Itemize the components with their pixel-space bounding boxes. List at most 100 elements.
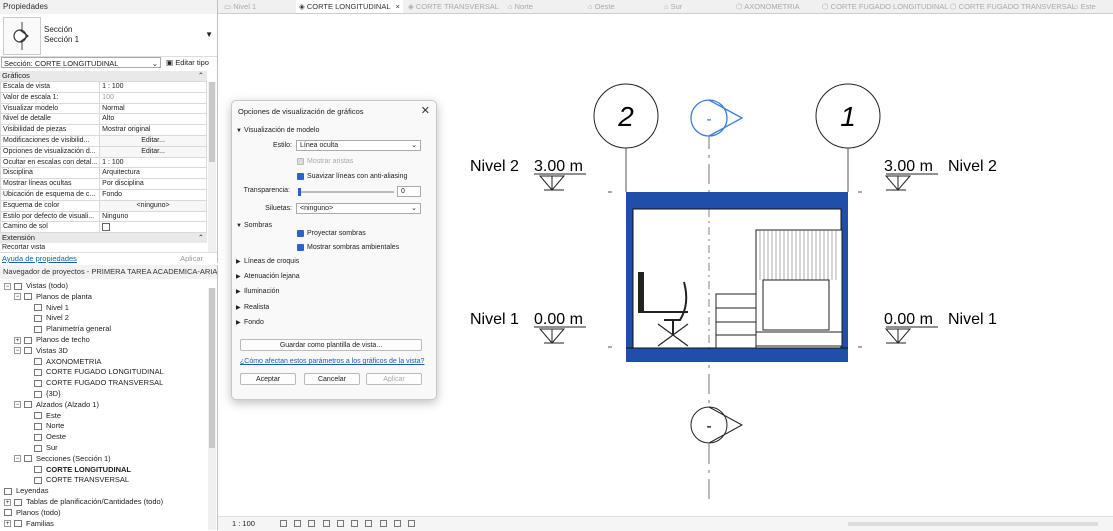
browser-node[interactable]: Nivel 1 [34, 303, 69, 314]
browser-node[interactable]: CORTE FUGADO TRANSVERSAL [34, 378, 163, 389]
property-value[interactable]: Mostrar original [99, 124, 207, 136]
property-value[interactable]: Normal [99, 102, 207, 115]
reveal-hidden-icon[interactable] [393, 520, 401, 527]
help-link[interactable]: ¿Cómo afectan estos parámetros a los grá… [240, 358, 424, 365]
section-head-bottom[interactable]: - [690, 406, 744, 444]
group-graficos[interactable]: Gráficos ⌃ [0, 71, 207, 81]
properties-apply-button[interactable]: Aplicar [180, 253, 203, 264]
browser-node[interactable]: Nivel 2 [34, 313, 69, 324]
apply-button[interactable]: Aplicar [366, 373, 422, 385]
browser-node[interactable]: CORTE TRANSVERSAL [34, 475, 129, 486]
type-dropdown-icon[interactable]: ▼ [205, 30, 213, 39]
property-value[interactable] [99, 221, 207, 234]
antialias-checkbox[interactable]: Suavizar líneas con anti-aliasing [297, 172, 407, 181]
property-value[interactable]: Fondo [99, 188, 207, 201]
silhouettes-select[interactable]: <ninguno> ⌄ [296, 203, 421, 214]
property-value[interactable]: 1 : 100 [99, 81, 207, 93]
section-lighting[interactable]: ▶ Iluminación [236, 286, 428, 297]
detail-level-icon[interactable] [280, 520, 287, 527]
property-row[interactable]: Mostrar líneas ocultas Por disciplina [0, 178, 207, 190]
close-icon[interactable]: ✕ [421, 104, 430, 117]
property-value[interactable]: Arquitectura [99, 167, 207, 180]
save-template-button[interactable]: Guardar como plantilla de vista... [240, 339, 422, 351]
browser-node[interactable]: − Vistas (todo) [4, 281, 68, 292]
style-select[interactable]: Línea oculta ⌄ [296, 140, 421, 151]
type-selector[interactable]: Sección Sección 1 ▼ [0, 14, 217, 57]
grid-bubble-1[interactable]: 1 [815, 83, 881, 149]
browser-node[interactable]: Planos (todo) [4, 508, 61, 519]
property-row[interactable]: Disciplina Arquitectura [0, 167, 207, 180]
property-value[interactable]: Alto [99, 113, 207, 126]
tab-corte-fugado-transversal[interactable]: ⬡ CORTE FUGADO TRANSVERSAL [950, 0, 1076, 13]
tab-este[interactable]: ⌂ Este [1074, 0, 1096, 13]
crop-view-icon[interactable] [336, 520, 344, 527]
show-crop-icon[interactable] [351, 520, 359, 527]
tab-oeste[interactable]: ⌂ Oeste [588, 0, 615, 13]
analytical-icon[interactable] [408, 520, 416, 527]
sun-path-checkbox[interactable] [102, 222, 111, 231]
transparency-slider[interactable] [298, 188, 394, 196]
tab-norte[interactable]: ⌂ Norte [508, 0, 533, 13]
collapse-icon[interactable]: − [14, 293, 21, 301]
tab-corte-longitudinal[interactable]: ◈ CORTE LONGITUDINAL × [296, 0, 403, 13]
level-2-right[interactable]: 3.00 m Nivel 2 [884, 158, 997, 191]
building-section[interactable] [626, 192, 848, 362]
browser-node[interactable]: − Vistas 3D [14, 346, 68, 357]
ambient-shadows-checkbox[interactable]: Mostrar sombras ambientales [297, 243, 399, 252]
visual-style-icon[interactable] [294, 520, 302, 527]
lock-3d-icon[interactable] [365, 520, 373, 527]
collapse-icon[interactable]: ⌃ [198, 71, 204, 81]
browser-node[interactable]: CORTE LONGITUDINAL [34, 465, 131, 476]
transparency-input[interactable]: 0 [397, 186, 421, 197]
tab-axonometria[interactable]: ⬡ AXONOMETRIA [736, 0, 800, 13]
browser-node[interactable]: Norte [34, 421, 64, 432]
cancel-button[interactable]: Cancelar [304, 373, 360, 385]
tab-nivel-1[interactable]: ▭ Nivel 1 [224, 0, 256, 13]
instance-selector[interactable]: Sección: CORTE LONGITUDINAL ⌄ [1, 57, 161, 68]
expand-icon[interactable]: + [4, 520, 11, 528]
property-value[interactable]: Ninguno [99, 210, 207, 223]
browser-node[interactable]: + Planos de techo [14, 335, 90, 346]
collapse-icon[interactable]: − [14, 455, 21, 463]
accept-button[interactable]: Aceptar [240, 373, 296, 385]
browser-node[interactable]: − Secciones (Sección 1) [14, 454, 111, 465]
show-edges-checkbox[interactable]: Mostrar aristas [297, 157, 353, 166]
section-head-top[interactable]: - [690, 99, 744, 137]
browser-node[interactable]: Planimetría general [34, 324, 111, 335]
property-row[interactable]: Visualizar modelo Normal [0, 102, 207, 115]
section-realistic[interactable]: ▶ Realista [236, 302, 428, 313]
collapse-icon[interactable]: ⌃ [198, 233, 204, 243]
section-background[interactable]: ▶ Fondo [236, 317, 428, 328]
browser-node[interactable]: AXONOMETRIA [34, 357, 101, 368]
property-row[interactable]: Ocultar en escalas con detal... 1 : 100 [0, 156, 207, 169]
collapse-icon[interactable]: − [14, 347, 21, 355]
property-row[interactable]: Modificaciones de visibilid... Editar... [0, 134, 207, 147]
grid-bubble-2[interactable]: 2 [593, 83, 659, 149]
browser-node[interactable]: Leyendas [4, 486, 49, 497]
property-row[interactable]: Valor de escala 1: 100 [0, 91, 207, 104]
browser-node[interactable]: + Tablas de planificación/Cantidades (tod… [4, 497, 163, 508]
tab-corte-transversal[interactable]: ◈ CORTE TRANSVERSAL [408, 0, 499, 13]
section-depth-cueing[interactable]: ▶ Atenuación lejana [236, 271, 428, 282]
collapse-icon[interactable]: − [14, 401, 21, 409]
property-value[interactable]: Por disciplina [99, 178, 207, 190]
cast-shadows-checkbox[interactable]: Proyectar sombras [297, 229, 366, 238]
tab-sur[interactable]: ⌂ Sur [664, 0, 682, 13]
close-tab-icon[interactable]: × [396, 2, 400, 11]
browser-scrollbar[interactable] [208, 288, 216, 530]
edit-type-button[interactable]: ▣ Editar tipo [166, 57, 209, 68]
tab-corte-fugado-longitudinal[interactable]: ⬡ CORTE FUGADO LONGITUDINAL [822, 0, 948, 13]
property-row[interactable]: Opciones de visualización d... Editar... [0, 145, 207, 158]
property-row[interactable]: Ubicación de esquema de c... Fondo [0, 188, 207, 201]
level-2-left[interactable]: Nivel 2 3.00 m [470, 158, 586, 191]
browser-node[interactable]: − Planos de planta [14, 292, 92, 303]
property-value[interactable]: 1 : 100 [99, 156, 207, 169]
expand-icon[interactable]: + [14, 336, 21, 344]
property-value[interactable]: <ninguno> [99, 199, 207, 212]
shadows-icon[interactable] [322, 520, 330, 527]
property-row[interactable]: Visibilidad de piezas Mostrar original [0, 124, 207, 136]
browser-node[interactable]: Este [34, 411, 61, 422]
browser-node[interactable]: {3D} [34, 389, 61, 400]
section-sketchy-lines[interactable]: ▶ Líneas de croquis [236, 256, 428, 267]
properties-scrollbar[interactable] [208, 82, 216, 252]
